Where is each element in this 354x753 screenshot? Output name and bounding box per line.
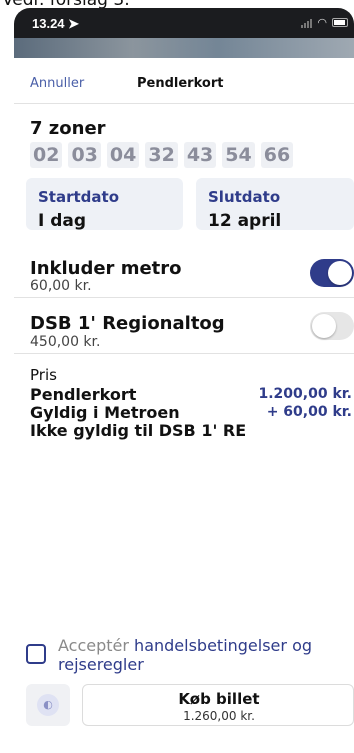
dsb-option-row: DSB 1' Regionaltog 450,00 kr. bbox=[14, 298, 354, 354]
end-date-value: 12 april bbox=[208, 211, 282, 230]
terms-checkbox[interactable] bbox=[26, 644, 46, 664]
page-title: Pendlerkort bbox=[137, 76, 224, 91]
map-background bbox=[14, 38, 354, 58]
buy-label: Køb billet bbox=[178, 690, 260, 708]
payment-method-button[interactable]: ◐ bbox=[26, 684, 70, 726]
dsb-label: DSB 1' Regionaltog bbox=[30, 313, 225, 334]
zone-chip: 43 bbox=[183, 142, 217, 168]
end-date-field[interactable]: Slutdato 12 april bbox=[196, 178, 354, 230]
price-line: Ikke gyldig til DSB 1' RE bbox=[30, 421, 352, 441]
price-line-amount: 1.200,00 kr. bbox=[258, 386, 353, 402]
buy-ticket-button[interactable]: Køb billet 1.260,00 kr. bbox=[82, 684, 354, 726]
purchase-footer: ◐ Køb billet 1.260,00 kr. bbox=[26, 684, 354, 726]
price-line-label: Gyldig i Metroen bbox=[30, 403, 180, 422]
card-icon: ◐ bbox=[37, 694, 59, 716]
end-date-label: Slutdato bbox=[208, 188, 281, 206]
terms-consent: Acceptér handelsbetingelser og rejseregl… bbox=[26, 636, 354, 676]
terms-prefix: Acceptér bbox=[58, 636, 129, 655]
price-line-label: Ikke gyldig til DSB 1' RE bbox=[30, 421, 247, 440]
status-icons: ◠ bbox=[301, 16, 348, 29]
metro-label: Inkluder metro bbox=[30, 258, 182, 279]
metro-price: 60,00 kr. bbox=[30, 278, 92, 294]
status-time: 13.24 ➤ bbox=[32, 16, 79, 32]
price-line-label: Pendlerkort bbox=[30, 385, 137, 404]
zone-list: 02 03 04 32 43 54 66 bbox=[30, 142, 294, 168]
dsb-price: 450,00 kr. bbox=[30, 334, 101, 350]
zone-chip: 32 bbox=[145, 142, 178, 168]
status-time-text: 13.24 bbox=[32, 16, 65, 31]
signal-icon bbox=[301, 18, 313, 28]
location-arrow-icon: ➤ bbox=[68, 16, 80, 31]
wifi-icon: ◠ bbox=[317, 17, 327, 29]
price-line: Pendlerkort 1.200,00 kr. bbox=[30, 385, 352, 405]
start-date-label: Startdato bbox=[38, 188, 119, 206]
dsb-toggle[interactable] bbox=[310, 312, 354, 340]
buy-price: 1.260,00 kr. bbox=[183, 709, 255, 723]
zones-title: 7 zoner bbox=[30, 118, 106, 139]
ticket-sheet: Annuller Pendlerkort 7 zoner 02 03 04 32… bbox=[14, 62, 354, 753]
sheet-header: Annuller Pendlerkort bbox=[14, 62, 354, 104]
price-line-amount: + 60,00 kr. bbox=[266, 404, 352, 420]
start-date-field[interactable]: Startdato I dag bbox=[26, 178, 183, 230]
toggle-knob bbox=[312, 314, 336, 338]
status-bar-area: 13.24 ➤ ◠ bbox=[14, 8, 354, 58]
cancel-button[interactable]: Annuller bbox=[30, 76, 84, 91]
metro-option-row: 60,00 kr. Inkluder metro bbox=[14, 248, 354, 298]
price-heading: Pris bbox=[30, 366, 57, 384]
zone-chip: 54 bbox=[222, 142, 255, 168]
price-line: Gyldig i Metroen + 60,00 kr. bbox=[30, 403, 352, 423]
toggle-knob bbox=[328, 261, 352, 285]
start-date-value: I dag bbox=[38, 211, 87, 230]
zone-chip: 03 bbox=[68, 142, 101, 168]
terms-text: Acceptér handelsbetingelser og rejseregl… bbox=[58, 636, 354, 674]
zone-chip: 66 bbox=[260, 142, 294, 168]
zone-chip: 02 bbox=[30, 142, 63, 168]
status-bar: 13.24 ➤ ◠ bbox=[14, 12, 354, 34]
zone-chip: 04 bbox=[106, 142, 140, 168]
battery-icon bbox=[332, 18, 348, 27]
metro-toggle[interactable] bbox=[310, 259, 354, 287]
